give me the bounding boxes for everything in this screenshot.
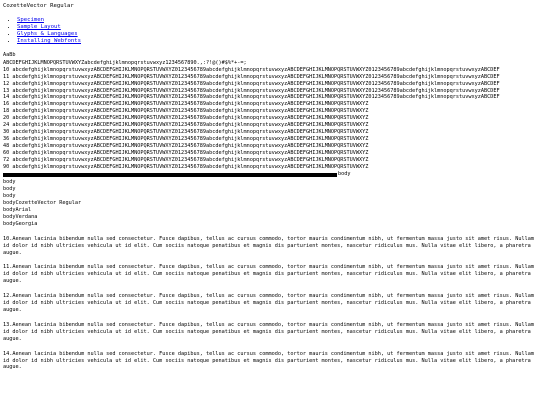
size-row: 48 abcdefghijklmnopqrstuvwxyzABCDEFGHIJK…: [3, 143, 537, 150]
nav-link-specimen[interactable]: Specimen: [17, 17, 44, 23]
size-label: 60: [3, 149, 10, 156]
size-sample-text: abcdefghijklmnopqrstuvwxyzABCDEFGHIJKLMN…: [12, 156, 369, 163]
size-row: 24 abcdefghijklmnopqrstuvwxyzABCDEFGHIJK…: [3, 122, 537, 129]
size-sample-text: abcdefghijklmnopqrstuvwxyzABCDEFGHIJKLMN…: [12, 115, 369, 122]
paragraph-size: 11.: [3, 264, 13, 271]
size-label: 18: [3, 108, 10, 115]
size-row: 18 abcdefghijklmnopqrstuvwxyzABCDEFGHIJK…: [3, 108, 537, 115]
stack-line: bodyCozetteVector Regular: [3, 200, 82, 207]
size-row: 36 abcdefghijklmnopqrstuvwxyzABCDEFGHIJK…: [3, 136, 537, 143]
size-label: 11: [3, 73, 10, 80]
nav-link-glyphs-languages[interactable]: Glyphs & Languages: [17, 31, 78, 37]
size-sample-text: abcdefghijklmnopqrstuvwxyzABCDEFGHIJKLMN…: [12, 163, 369, 170]
size-label: 13: [3, 87, 10, 94]
size-row: 90 abcdefghijklmnopqrstuvwxyzABCDEFGHIJK…: [3, 164, 537, 171]
nav-link-sample-layout[interactable]: Sample Layout: [17, 24, 61, 30]
size-row: 30 abcdefghijklmnopqrstuvwxyzABCDEFGHIJK…: [3, 129, 537, 136]
bar-label: body: [338, 171, 351, 178]
paragraph-text: Aenean lacinia bibendum nulla sed consec…: [3, 293, 534, 313]
specimen-page: CozetteVector Regular Specimen Sample La…: [3, 3, 537, 371]
charset-head: AaBb: [3, 52, 16, 58]
paragraph-13: 13.Aenean lacinia bibendum nulla sed con…: [3, 322, 537, 343]
paragraph-text: Aenean lacinia bibendum nulla sed consec…: [3, 235, 534, 256]
paragraph-size: 14.: [3, 350, 13, 357]
size-sample-text: abcdefghijklmnopqrstuvwxyzABCDEFGHIJKLMN…: [12, 149, 369, 156]
size-row: 14 abcdefghijklmnopqrstuvwxyzABCDEFGHIJK…: [3, 94, 537, 101]
size-sample-text: abcdefghijklmnopqrstuvwxyzABCDEFGHIJKLMN…: [12, 135, 369, 142]
stack-line: body: [3, 193, 16, 200]
size-sample-text: abcdefghijklmnopqrstuvwxyzABCDEFGHIJKLMN…: [12, 122, 369, 129]
size-row: 60 abcdefghijklmnopqrstuvwxyzABCDEFGHIJK…: [3, 150, 537, 157]
paragraph-14: 14.Aenean lacinia bibendum nulla sed con…: [3, 351, 537, 372]
size-sample-text: abcdefghijklmnopqrstuvwxyzABCDEFGHIJKLMN…: [12, 101, 369, 108]
nav-link-installing-webfonts[interactable]: Installing Webfonts: [17, 38, 81, 44]
size-label: 20: [3, 115, 10, 122]
paragraph-size: 13.: [3, 321, 13, 328]
paragraph-text: Aenean lacinia bibendum nulla sed consec…: [3, 264, 534, 285]
paragraph-size: 10.: [3, 235, 13, 242]
paragraph-text: Aenean lacinia bibendum nulla sed consec…: [3, 321, 534, 342]
size-row: 72 abcdefghijklmnopqrstuvwxyzABCDEFGHIJK…: [3, 157, 537, 164]
stack-line: bodyArial: [3, 207, 32, 214]
size-sample-text: abcdefghijklmnopqrstuvwxyzABCDEFGHIJKLMN…: [12, 128, 369, 135]
nav-list: Specimen Sample Layout Glyphs & Language…: [3, 17, 537, 45]
size-sample-text: abcdefghijklmnopqrstuvwxyzABCDEFGHIJKLMN…: [12, 66, 500, 73]
size-sample-text: abcdefghijklmnopqrstuvwxyzABCDEFGHIJKLMN…: [12, 108, 369, 115]
body-bar: body: [3, 171, 537, 178]
nav-item: Glyphs & Languages: [17, 31, 537, 38]
size-row: 20 abcdefghijklmnopqrstuvwxyzABCDEFGHIJK…: [3, 115, 537, 122]
size-label: 36: [3, 135, 10, 142]
stack-line: body: [3, 179, 16, 186]
nav-item: Specimen: [17, 17, 537, 24]
paragraph-11: 11.Aenean lacinia bibendum nulla sed con…: [3, 264, 537, 285]
nav-item: Installing Webfonts: [17, 38, 537, 45]
page-title: CozetteVector Regular: [3, 3, 74, 9]
paragraph-text: Aenean lacinia bibendum nulla sed consec…: [3, 350, 534, 371]
size-waterfall: 10 abcdefghijklmnopqrstuvwxyzABCDEFGHIJK…: [3, 67, 537, 171]
nav-item: Sample Layout: [17, 24, 537, 31]
paragraph-size: 12.: [3, 293, 13, 300]
size-sample-text: abcdefghijklmnopqrstuvwxyzABCDEFGHIJKLMN…: [12, 142, 369, 149]
size-label: 30: [3, 128, 10, 135]
paragraph-12: 12.Aenean lacinia bibendum nulla sed con…: [3, 293, 537, 314]
size-row: 16 abcdefghijklmnopqrstuvwxyzABCDEFGHIJK…: [3, 101, 537, 108]
size-sample-text: abcdefghijklmnopqrstuvwxyzABCDEFGHIJKLMN…: [12, 80, 500, 87]
size-row: 11 abcdefghijklmnopqrstuvwxyzABCDEFGHIJK…: [3, 74, 537, 81]
paragraph-10: 10.Aenean lacinia bibendum nulla sed con…: [3, 236, 537, 257]
size-label: 14: [3, 94, 10, 101]
size-label: 48: [3, 142, 10, 149]
size-sample-text: abcdefghijklmnopqrstuvwxyzABCDEFGHIJKLMN…: [12, 73, 500, 80]
stack-line: bodyVerdana: [3, 213, 38, 220]
size-row: 13 abcdefghijklmnopqrstuvwxyzABCDEFGHIJK…: [3, 88, 537, 95]
stack-line: bodyGeorgia: [3, 220, 38, 227]
stack-line: body: [3, 186, 16, 193]
size-sample-text: abcdefghijklmnopqrstuvwxyzABCDEFGHIJKLMN…: [12, 94, 500, 101]
size-label: 72: [3, 156, 10, 163]
size-row: 12 abcdefghijklmnopqrstuvwxyzABCDEFGHIJK…: [3, 81, 537, 88]
body-font-stack: body body body bodyCozetteVector Regular…: [3, 179, 537, 227]
size-label: 12: [3, 80, 10, 87]
size-label: 16: [3, 101, 10, 108]
size-row: 10 abcdefghijklmnopqrstuvwxyzABCDEFGHIJK…: [3, 67, 537, 74]
size-label: 24: [3, 122, 10, 129]
size-label: 90: [3, 163, 10, 170]
size-sample-text: abcdefghijklmnopqrstuvwxyzABCDEFGHIJKLMN…: [12, 87, 500, 94]
size-label: 10: [3, 66, 10, 73]
black-bar: [3, 172, 337, 177]
